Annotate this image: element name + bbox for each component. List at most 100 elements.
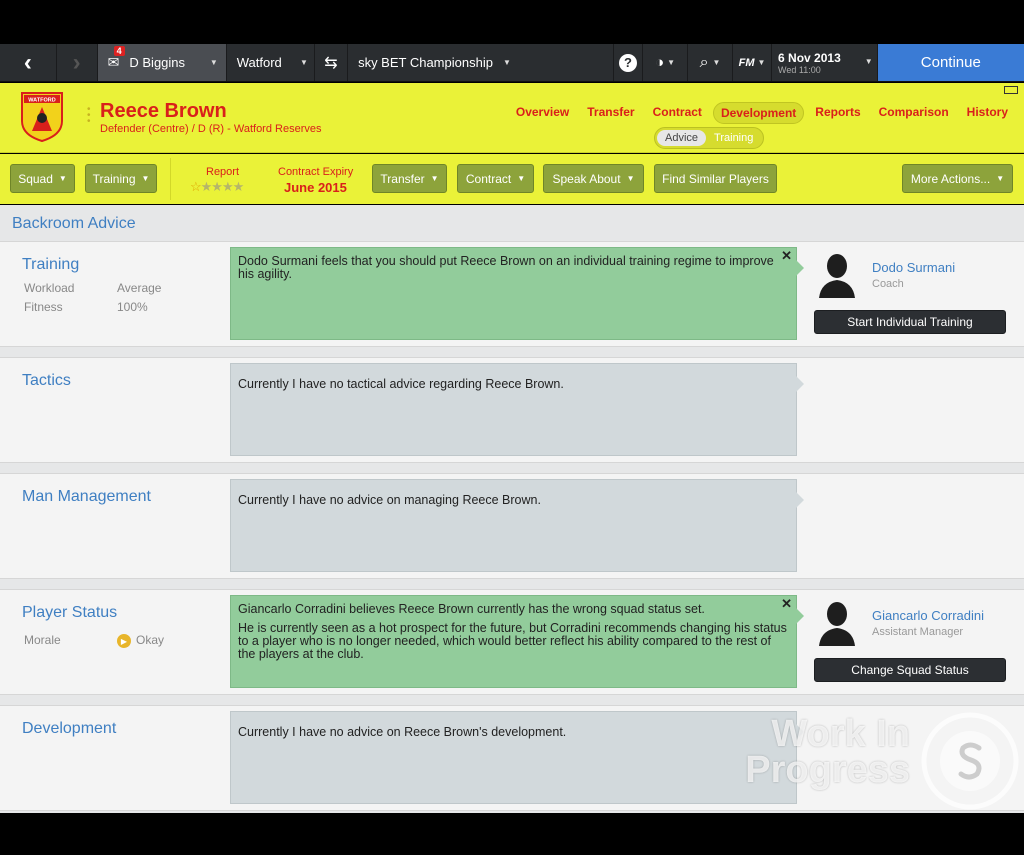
tab-overview[interactable]: Overview <box>509 102 576 124</box>
league-name: sky BET Championship <box>358 55 493 70</box>
tab-transfer[interactable]: Transfer <box>580 102 641 124</box>
man-management-advice-text: Currently I have no advice on managing R… <box>238 493 541 507</box>
contract-button-label: Contract <box>465 171 512 186</box>
tab-comparison[interactable]: Comparison <box>872 102 956 124</box>
morale-label: Morale <box>24 633 61 647</box>
help-button[interactable]: ? <box>614 44 644 81</box>
continue-button[interactable]: Continue <box>877 44 1024 81</box>
transfer-button-label: Transfer <box>380 171 425 186</box>
search-icon: ⌕ <box>699 53 709 71</box>
battery-icon <box>1004 86 1018 94</box>
contract-expiry-label: Contract Expiry <box>278 166 354 178</box>
action-bar: Squad ▼ Training ▼ Report ☆★★★★ Contract E… <box>0 154 1024 204</box>
tab-history[interactable]: History <box>960 102 1015 124</box>
game-time: Wed 11:00 <box>778 64 821 75</box>
chevron-down-icon: ▼ <box>864 57 873 66</box>
subtab-advice[interactable]: Advice <box>657 130 707 146</box>
contract-button[interactable]: Contract ▼ <box>457 164 534 193</box>
more-actions-button[interactable]: More Actions... ▼ <box>902 164 1013 193</box>
tactics-advice-text: Currently I have no tactical advice rega… <box>238 377 564 391</box>
search-menu[interactable]: ⌕ ▼ <box>688 44 733 81</box>
chevron-down-icon: ▼ <box>996 174 1005 183</box>
man-management-panel: Man Management Currently I have no advic… <box>0 473 1024 579</box>
man-management-advice-bubble: Currently I have no advice on managing R… <box>230 479 804 572</box>
player-header: WATFORD • • • Reece Brown Defender (Centre… <box>0 83 1024 153</box>
team-name: Watford <box>236 55 282 70</box>
work-in-progress-watermark: Work In Progress <box>738 715 910 789</box>
chevron-down-icon[interactable]: ▼ <box>300 58 308 67</box>
fm-menu[interactable]: FM ▼ <box>733 44 773 81</box>
drag-handle-icon: • • • <box>87 104 91 127</box>
inbox-icon[interactable]: ✉ <box>108 54 120 71</box>
workload-label: Workload <box>24 281 75 295</box>
team-menu[interactable]: Watford ▼ <box>227 44 315 81</box>
manager-name: D Biggins <box>129 55 186 70</box>
tab-contract[interactable]: Contract <box>646 102 709 124</box>
close-icon[interactable]: ✕ <box>781 597 792 610</box>
club-crest-icon: WATFORD <box>21 92 63 143</box>
chevron-down-icon[interactable]: ▼ <box>210 58 218 67</box>
section-title: Backroom Advice <box>12 215 136 232</box>
help-icon: ? <box>618 53 637 72</box>
player-name: Reece Brown <box>100 100 227 122</box>
morale-value: Okay <box>136 633 165 647</box>
chevron-down-icon: ▼ <box>757 58 766 67</box>
fm-logo-label: FM <box>738 56 755 69</box>
speak-about-button[interactable]: Speak About ▼ <box>543 164 644 193</box>
chevron-down-icon: ▼ <box>667 58 676 67</box>
sports-interactive-logo-icon <box>921 712 1019 810</box>
training-button-label: Training <box>92 171 136 186</box>
player-status-advice-text-1: Giancarlo Corradini believes Reece Brown… <box>238 602 705 616</box>
swap-icon[interactable]: ⇆ <box>315 44 349 81</box>
game-date: 6 Nov 2013 <box>778 50 841 65</box>
chevron-down-icon[interactable]: ▼ <box>503 58 511 67</box>
training-advice-bubble: ✕ Dodo Surmani feels that you should put… <box>230 247 804 340</box>
date-display[interactable]: 6 Nov 2013 Wed 11:00 ▼ <box>772 44 878 81</box>
speak-about-button-label: Speak About <box>552 171 621 186</box>
chevron-down-icon: ▼ <box>517 174 526 183</box>
development-title: Development <box>22 720 117 737</box>
change-squad-status-button[interactable]: Change Squad Status <box>814 658 1006 682</box>
close-icon[interactable]: ✕ <box>781 249 792 262</box>
more-actions-button-label: More Actions... <box>910 171 991 186</box>
transfer-button[interactable]: Transfer ▼ <box>372 164 447 193</box>
training-staff-name[interactable]: Dodo Surmani <box>872 260 955 275</box>
tab-development[interactable]: Development <box>712 102 805 124</box>
player-status-title: Player Status <box>22 604 118 621</box>
inbox-count-badge: 4 <box>113 46 125 56</box>
workload-value: Average <box>117 281 162 295</box>
tactics-title: Tactics <box>22 372 71 389</box>
report-star-rating[interactable]: ☆★★★★ <box>190 179 244 195</box>
chevron-down-icon: ▼ <box>141 174 150 183</box>
training-staff-role: Coach <box>872 278 904 290</box>
player-status-panel: Player Status Morale ▶ Okay ✕ Giancarlo … <box>0 589 1024 695</box>
world-menu[interactable]: ◑ ▼ <box>643 44 689 81</box>
player-status-staff-name[interactable]: Giancarlo Corradini <box>872 608 984 623</box>
staff-silhouette-icon <box>819 254 855 298</box>
start-individual-training-button[interactable]: Start Individual Training <box>814 310 1006 334</box>
chevron-down-icon: ▼ <box>430 174 439 183</box>
chevron-down-icon: ▼ <box>626 174 635 183</box>
player-status-advice-bubble: ✕ Giancarlo Corradini believes Reece Bro… <box>230 595 804 688</box>
forward-button[interactable]: › <box>57 44 98 81</box>
tactics-advice-bubble: Currently I have no tactical advice rega… <box>230 363 804 456</box>
find-similar-players-button[interactable]: Find Similar Players <box>654 164 777 193</box>
subtab-training[interactable]: Training <box>706 130 761 146</box>
player-tabs: Overview Transfer Contract Development R… <box>505 102 1015 124</box>
training-button[interactable]: Training ▼ <box>85 164 157 193</box>
globe-icon: ◑ <box>655 54 665 71</box>
chevron-down-icon: ▼ <box>58 174 67 183</box>
back-button[interactable]: ‹ <box>0 44 57 81</box>
training-panel: Training Workload Average Fitness 100% ✕… <box>0 241 1024 347</box>
tab-reports[interactable]: Reports <box>808 102 867 124</box>
fitness-label: Fitness <box>24 300 63 314</box>
tactics-panel: Tactics Currently I have no tactical adv… <box>0 357 1024 463</box>
league-menu[interactable]: sky BET Championship ▼ <box>348 44 614 81</box>
contract-expiry-value: June 2015 <box>284 180 347 195</box>
chevron-down-icon: ▼ <box>712 58 721 67</box>
training-title: Training <box>22 256 80 273</box>
crest-text: WATFORD <box>28 98 55 104</box>
development-subtabs: Advice Training <box>654 127 765 149</box>
squad-button[interactable]: Squad ▼ <box>10 164 75 193</box>
manager-menu[interactable]: ✉ 4 D Biggins ▼ <box>97 44 227 81</box>
